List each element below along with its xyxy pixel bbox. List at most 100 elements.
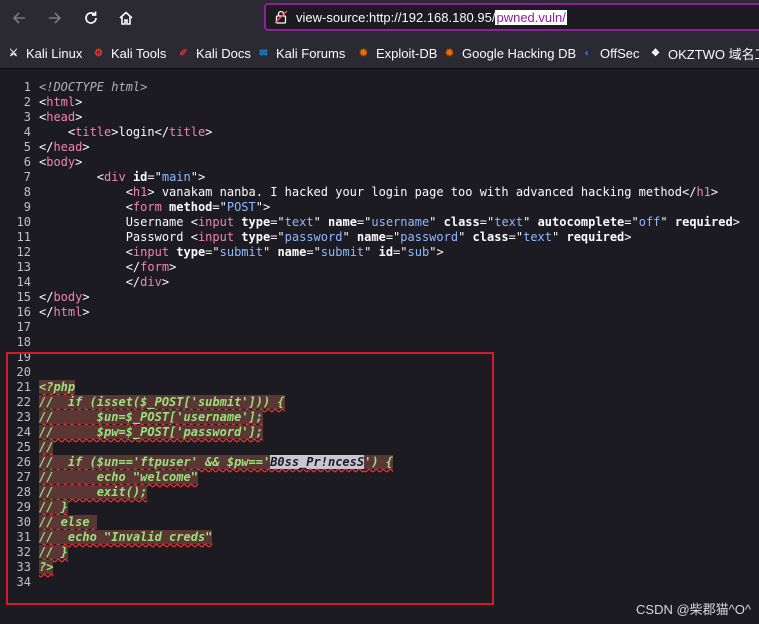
code-token: " xyxy=(342,230,350,244)
arrow-right-icon xyxy=(49,12,62,24)
source-line: 13 </form> xyxy=(0,260,759,275)
bookmark-kali-tools[interactable]: ⚙ Kali Tools xyxy=(91,45,166,61)
code-token: password xyxy=(400,230,459,244)
reload-button[interactable] xyxy=(76,4,106,32)
code-token: > xyxy=(205,125,213,139)
code-token: title xyxy=(75,125,112,139)
page-info-icon[interactable] xyxy=(274,10,288,29)
source-line: 28 // exit(); xyxy=(0,485,759,500)
url-text[interactable]: view-source:http://192.168.180.95/pwned.… xyxy=(296,10,567,25)
code-token: main xyxy=(161,170,191,184)
code-token: text xyxy=(523,230,553,244)
line-code: // } xyxy=(39,500,68,515)
source-view: 1 <!DOCTYPE html> 2 <html> 3 <head> 4 <title>l… xyxy=(0,80,759,590)
code-token: required xyxy=(559,230,625,244)
source-line: 9 <form method="POST"> xyxy=(0,200,759,215)
line-number: 29 xyxy=(16,500,31,514)
code-token: class xyxy=(465,230,509,244)
code-token: div xyxy=(140,275,162,289)
bookmark-label: OKZTWO 域名工 xyxy=(668,46,759,62)
line-code: Password <input type="password" name="pa… xyxy=(39,230,632,245)
source-line: 27 // echo "welcome" xyxy=(0,470,759,485)
line-number: 11 xyxy=(16,230,31,244)
code-token: > xyxy=(82,305,90,319)
code-token: < xyxy=(39,185,133,199)
code-token: sub xyxy=(407,245,430,259)
bookmark-kali-docs[interactable]: ✐ Kali Docs xyxy=(176,45,251,61)
source-line: 19 xyxy=(0,350,759,365)
forward-button[interactable] xyxy=(40,4,70,32)
code-token: < xyxy=(39,200,133,214)
line-number: 14 xyxy=(16,275,31,289)
kali-tools-icon: ⚙ xyxy=(94,47,103,59)
browser-toolbar: view-source:http://192.168.180.95/pwned.… xyxy=(0,0,759,38)
source-line: 15 </body> xyxy=(0,290,759,305)
source-line: 31 // echo "Invalid creds" xyxy=(0,530,759,545)
line-number: 7 xyxy=(23,170,31,184)
code-token: " xyxy=(313,215,321,229)
bookmark-label: Kali Docs xyxy=(196,45,251,61)
code-token: > xyxy=(161,275,170,289)
line-number: 19 xyxy=(16,350,31,364)
code-token: =" xyxy=(270,230,285,244)
code-token: body xyxy=(46,155,76,169)
code-token: "> xyxy=(190,170,206,184)
code-token: < xyxy=(39,125,76,139)
source-line: 4 <title>login</title> xyxy=(0,125,759,140)
source-line: 17 xyxy=(0,320,759,335)
home-button[interactable] xyxy=(111,4,141,32)
code-token: > vanakam nanba. I hacked your login pag… xyxy=(147,185,697,199)
line-number: 3 xyxy=(23,110,31,124)
code-token: // else xyxy=(39,515,97,529)
source-line: 33 ?> xyxy=(0,560,759,575)
code-token: </ xyxy=(39,275,141,289)
code-token: > xyxy=(624,230,632,244)
bookmark-kali-dragon[interactable]: ⚔ Kali Linux xyxy=(6,45,82,61)
line-code: // $pw=$_POST['password']; xyxy=(39,425,263,440)
bookmark-ghdb[interactable]: ✹ Google Hacking DB xyxy=(442,45,576,61)
source-line: 7 <div id="main"> xyxy=(0,170,759,185)
code-token: // echo "welcome" xyxy=(39,470,198,484)
line-code: // echo "welcome" xyxy=(39,470,198,485)
line-code: // $un=$_POST['username']; xyxy=(39,410,263,425)
source-line: 8 <h1> vanakam nanba. I hacked your logi… xyxy=(0,185,759,200)
code-token: html xyxy=(53,305,83,319)
source-line: 22 // if (isset($_POST['submit'])) { xyxy=(0,395,759,410)
url-bar[interactable]: view-source:http://192.168.180.95/pwned.… xyxy=(264,3,759,31)
code-token: // $pw=$_POST['password']; xyxy=(39,425,263,439)
bookmark-label: OffSec xyxy=(600,45,640,61)
line-code: <?php xyxy=(39,380,76,395)
code-token: username xyxy=(371,215,430,229)
code-token: <?php xyxy=(39,380,76,394)
line-code: <body> xyxy=(39,155,82,170)
line-number: 17 xyxy=(16,320,31,334)
bookmark-exploit-db[interactable]: ✹ Exploit-DB xyxy=(356,45,437,61)
bookmark-kali-forums[interactable]: ✉ Kali Forums xyxy=(256,45,345,61)
okztwo-icon: ❖ xyxy=(651,47,660,59)
code-token: // $un=$_POST['username']; xyxy=(39,410,263,424)
bookmark-okztwo[interactable]: ❖ OKZTWO 域名工 xyxy=(648,45,759,62)
line-number: 27 xyxy=(16,470,31,484)
code-token: </ xyxy=(39,305,54,319)
code-token: type xyxy=(169,245,206,259)
code-token: =" xyxy=(393,245,408,259)
bookmark-offsec[interactable]: ◐ OffSec xyxy=(580,45,640,61)
line-code: <head> xyxy=(39,110,82,125)
source-line: 29 // } xyxy=(0,500,759,515)
code-token: // } xyxy=(39,545,68,559)
code-token: submit xyxy=(219,245,263,259)
source-line: 3 <head> xyxy=(0,110,759,125)
line-number: 20 xyxy=(16,365,31,379)
source-line: 2 <html> xyxy=(0,95,759,110)
code-token: > xyxy=(75,110,83,124)
code-token: h1 xyxy=(132,185,148,199)
source-line: 30 // else xyxy=(0,515,759,530)
line-code: // exit(); xyxy=(39,485,148,500)
line-number: 25 xyxy=(16,440,31,454)
code-token: password xyxy=(284,230,343,244)
code-token: input xyxy=(197,215,235,229)
line-number: 21 xyxy=(16,380,31,394)
line-code: // if (isset($_POST['submit'])) { xyxy=(39,395,285,410)
back-button[interactable] xyxy=(4,4,34,32)
code-token: type xyxy=(234,215,271,229)
